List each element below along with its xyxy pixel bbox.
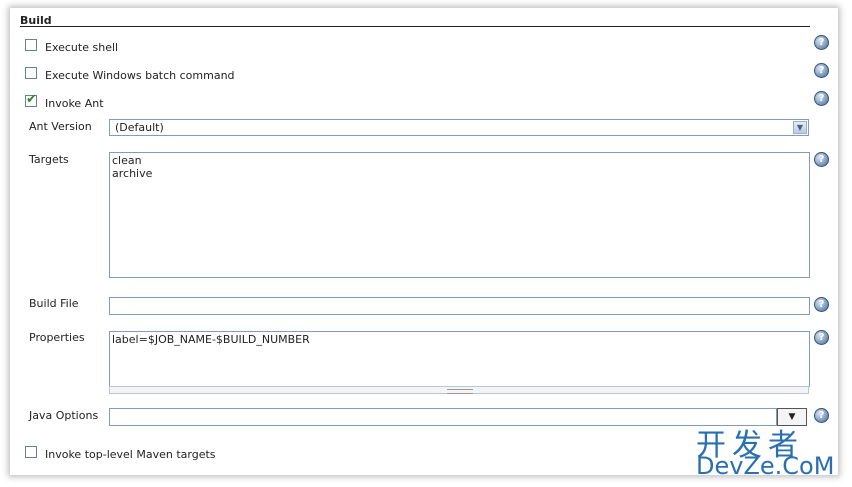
section-divider (20, 26, 810, 27)
help-icon[interactable]: ? (814, 408, 829, 423)
help-icon[interactable]: ? (814, 152, 829, 167)
help-icon[interactable]: ? (814, 91, 829, 106)
help-icon[interactable]: ? (814, 330, 829, 345)
invoke-ant-checkbox[interactable]: ✔ (25, 92, 37, 107)
invoke-ant-label: Invoke Ant (45, 97, 104, 110)
watermark-logo-text: DevZe.CoM (696, 452, 835, 480)
build-file-label: Build File (29, 297, 79, 310)
ant-version-label: Ant Version (29, 120, 92, 133)
targets-line: clean (112, 154, 142, 167)
execute-shell-label: Execute shell (45, 41, 119, 54)
execute-windows-label: Execute Windows batch command (45, 69, 235, 82)
properties-textarea[interactable]: label=$JOB_NAME-$BUILD_NUMBER (109, 331, 810, 387)
java-options-label: Java Options (29, 409, 99, 422)
properties-value: label=$JOB_NAME-$BUILD_NUMBER (112, 333, 310, 346)
ant-version-select[interactable]: (Default) ▼ (109, 119, 809, 136)
resize-handle[interactable] (109, 386, 809, 394)
grip-lines (447, 389, 473, 394)
properties-label: Properties (29, 331, 85, 344)
execute-windows-checkbox[interactable] (25, 67, 37, 79)
checkmark-icon: ✔ (26, 92, 37, 107)
targets-line: archive (112, 167, 153, 180)
invoke-maven-label: Invoke top-level Maven targets (45, 448, 216, 461)
chevron-down-icon[interactable]: ▼ (793, 121, 807, 134)
ant-version-value: (Default) (115, 121, 164, 134)
help-icon[interactable]: ? (814, 63, 829, 78)
build-file-input[interactable] (109, 297, 810, 315)
invoke-maven-checkbox[interactable] (25, 446, 37, 458)
execute-shell-checkbox[interactable] (25, 39, 37, 51)
help-icon[interactable]: ? (814, 35, 829, 50)
java-options-input[interactable] (109, 408, 777, 426)
targets-textarea[interactable]: clean archive (109, 152, 810, 278)
help-icon[interactable]: ? (814, 297, 829, 312)
targets-label: Targets (29, 153, 69, 166)
